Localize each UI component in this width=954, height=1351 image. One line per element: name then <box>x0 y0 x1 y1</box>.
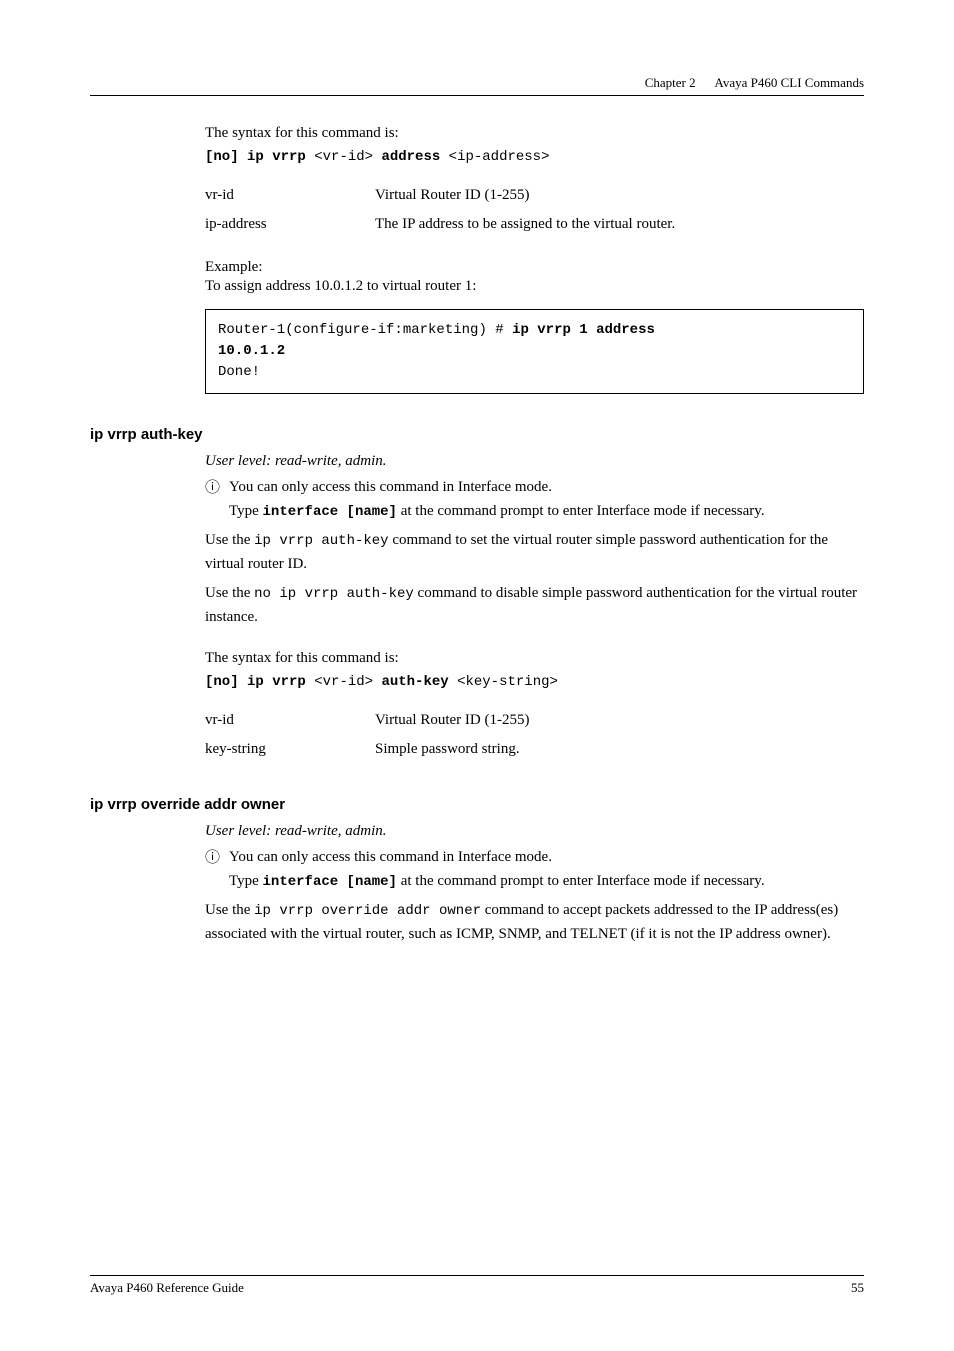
cmd-prefix: [no] ip vrrp <box>205 674 306 690</box>
note-cmd: interface [name] <box>263 504 397 520</box>
cmd-prefix: [no] ip vrrp <box>205 149 306 165</box>
note-line-a: Type <box>229 873 263 889</box>
cmd-arg1: <vr-id> <box>314 149 373 165</box>
page-footer: Avaya P460 Reference Guide 55 <box>90 1275 864 1296</box>
table-row: vr-id Virtual Router ID (1-255) <box>205 706 529 735</box>
section-heading: ip vrrp override addr owner <box>90 796 864 813</box>
para-a: Use the <box>205 532 254 548</box>
note-line-c: at the command prompt to enter Interface… <box>397 873 765 889</box>
user-level: User level: read-write, admin. <box>205 453 864 470</box>
param-def: Virtual Router ID (1-255) <box>375 706 529 735</box>
table-row: vr-id Virtual Router ID (1-255) <box>205 181 675 210</box>
footer-page-number: 55 <box>851 1280 864 1296</box>
code-example: Router-1(configure-if:marketing) # ip vr… <box>205 309 864 394</box>
note-line: You can only access this command in Inte… <box>229 849 552 865</box>
section-wrapper: ip vrrp auth-key <box>90 426 864 443</box>
footer-row: Avaya P460 Reference Guide 55 <box>90 1280 864 1296</box>
section-wrapper: ip vrrp override addr owner <box>90 796 864 813</box>
cmd-kw2: address <box>381 149 440 165</box>
syntax-intro: The syntax for this command is: <box>205 122 864 145</box>
note-line: You can only access this command in Inte… <box>229 479 552 495</box>
param-def: Virtual Router ID (1-255) <box>375 181 675 210</box>
cmd-kw2: auth-key <box>381 674 448 690</box>
note-body: You can only access this command in Inte… <box>229 846 864 893</box>
para-cmd: no ip vrrp auth-key <box>254 586 414 602</box>
note-line-c: at the command prompt to enter Interface… <box>397 503 765 519</box>
chapter-label: Chapter 2 <box>645 75 696 90</box>
cmd-arg2: <ip-address> <box>449 149 550 165</box>
footer-rule <box>90 1275 864 1276</box>
info-icon: ⓘ <box>205 846 229 893</box>
page-header: Chapter 2 Avaya P460 CLI Commands <box>90 75 864 91</box>
param-table: vr-id Virtual Router ID (1-255) key-stri… <box>205 706 529 764</box>
body-para: Use the no ip vrrp auth-key command to d… <box>205 582 864 629</box>
code-prefix: Router-1(configure-if:marketing) # <box>218 322 512 338</box>
code-last: Done! <box>218 364 260 380</box>
cmd-arg1: <vr-id> <box>314 674 373 690</box>
header-rule <box>90 95 864 96</box>
body-para: Use the ip vrrp auth-key command to set … <box>205 529 864 576</box>
note: ⓘ You can only access this command in In… <box>205 846 864 893</box>
syntax-intro: The syntax for this command is: <box>205 647 864 670</box>
param-term: vr-id <box>205 706 375 735</box>
table-row: key-string Simple password string. <box>205 735 529 764</box>
footer-left: Avaya P460 Reference Guide <box>90 1280 244 1296</box>
code-bold: ip vrrp 1 address <box>512 322 655 338</box>
section-heading: ip vrrp auth-key <box>90 426 864 443</box>
note-line-a: Type <box>229 503 263 519</box>
param-def: Simple password string. <box>375 735 529 764</box>
note-body: You can only access this command in Inte… <box>229 476 864 523</box>
param-term: key-string <box>205 735 375 764</box>
code-bold: 10.0.1.2 <box>218 343 285 359</box>
para-cmd: ip vrrp override addr owner <box>254 903 481 919</box>
param-term: ip-address <box>205 210 375 239</box>
command-syntax: [no] ip vrrp <vr-id> address <ip-address… <box>205 149 864 165</box>
cmd-arg2: <key-string> <box>457 674 558 690</box>
table-row: ip-address The IP address to be assigned… <box>205 210 675 239</box>
body-para: Use the ip vrrp override addr owner comm… <box>205 899 864 946</box>
header-title: Avaya P460 CLI Commands <box>714 75 864 90</box>
param-table: vr-id Virtual Router ID (1-255) ip-addre… <box>205 181 675 239</box>
command-syntax: [no] ip vrrp <vr-id> auth-key <key-strin… <box>205 674 864 690</box>
note: ⓘ You can only access this command in In… <box>205 476 864 523</box>
info-icon: ⓘ <box>205 476 229 523</box>
param-term: vr-id <box>205 181 375 210</box>
example-label: Example: <box>205 259 864 276</box>
user-level: User level: read-write, admin. <box>205 823 864 840</box>
main-content: The syntax for this command is: [no] ip … <box>90 122 864 946</box>
param-def: The IP address to be assigned to the vir… <box>375 210 675 239</box>
example-desc: To assign address 10.0.1.2 to virtual ro… <box>205 278 864 295</box>
para-cmd: ip vrrp auth-key <box>254 533 388 549</box>
note-cmd: interface [name] <box>263 874 397 890</box>
para-a: Use the <box>205 585 254 601</box>
para-a: Use the <box>205 902 254 918</box>
